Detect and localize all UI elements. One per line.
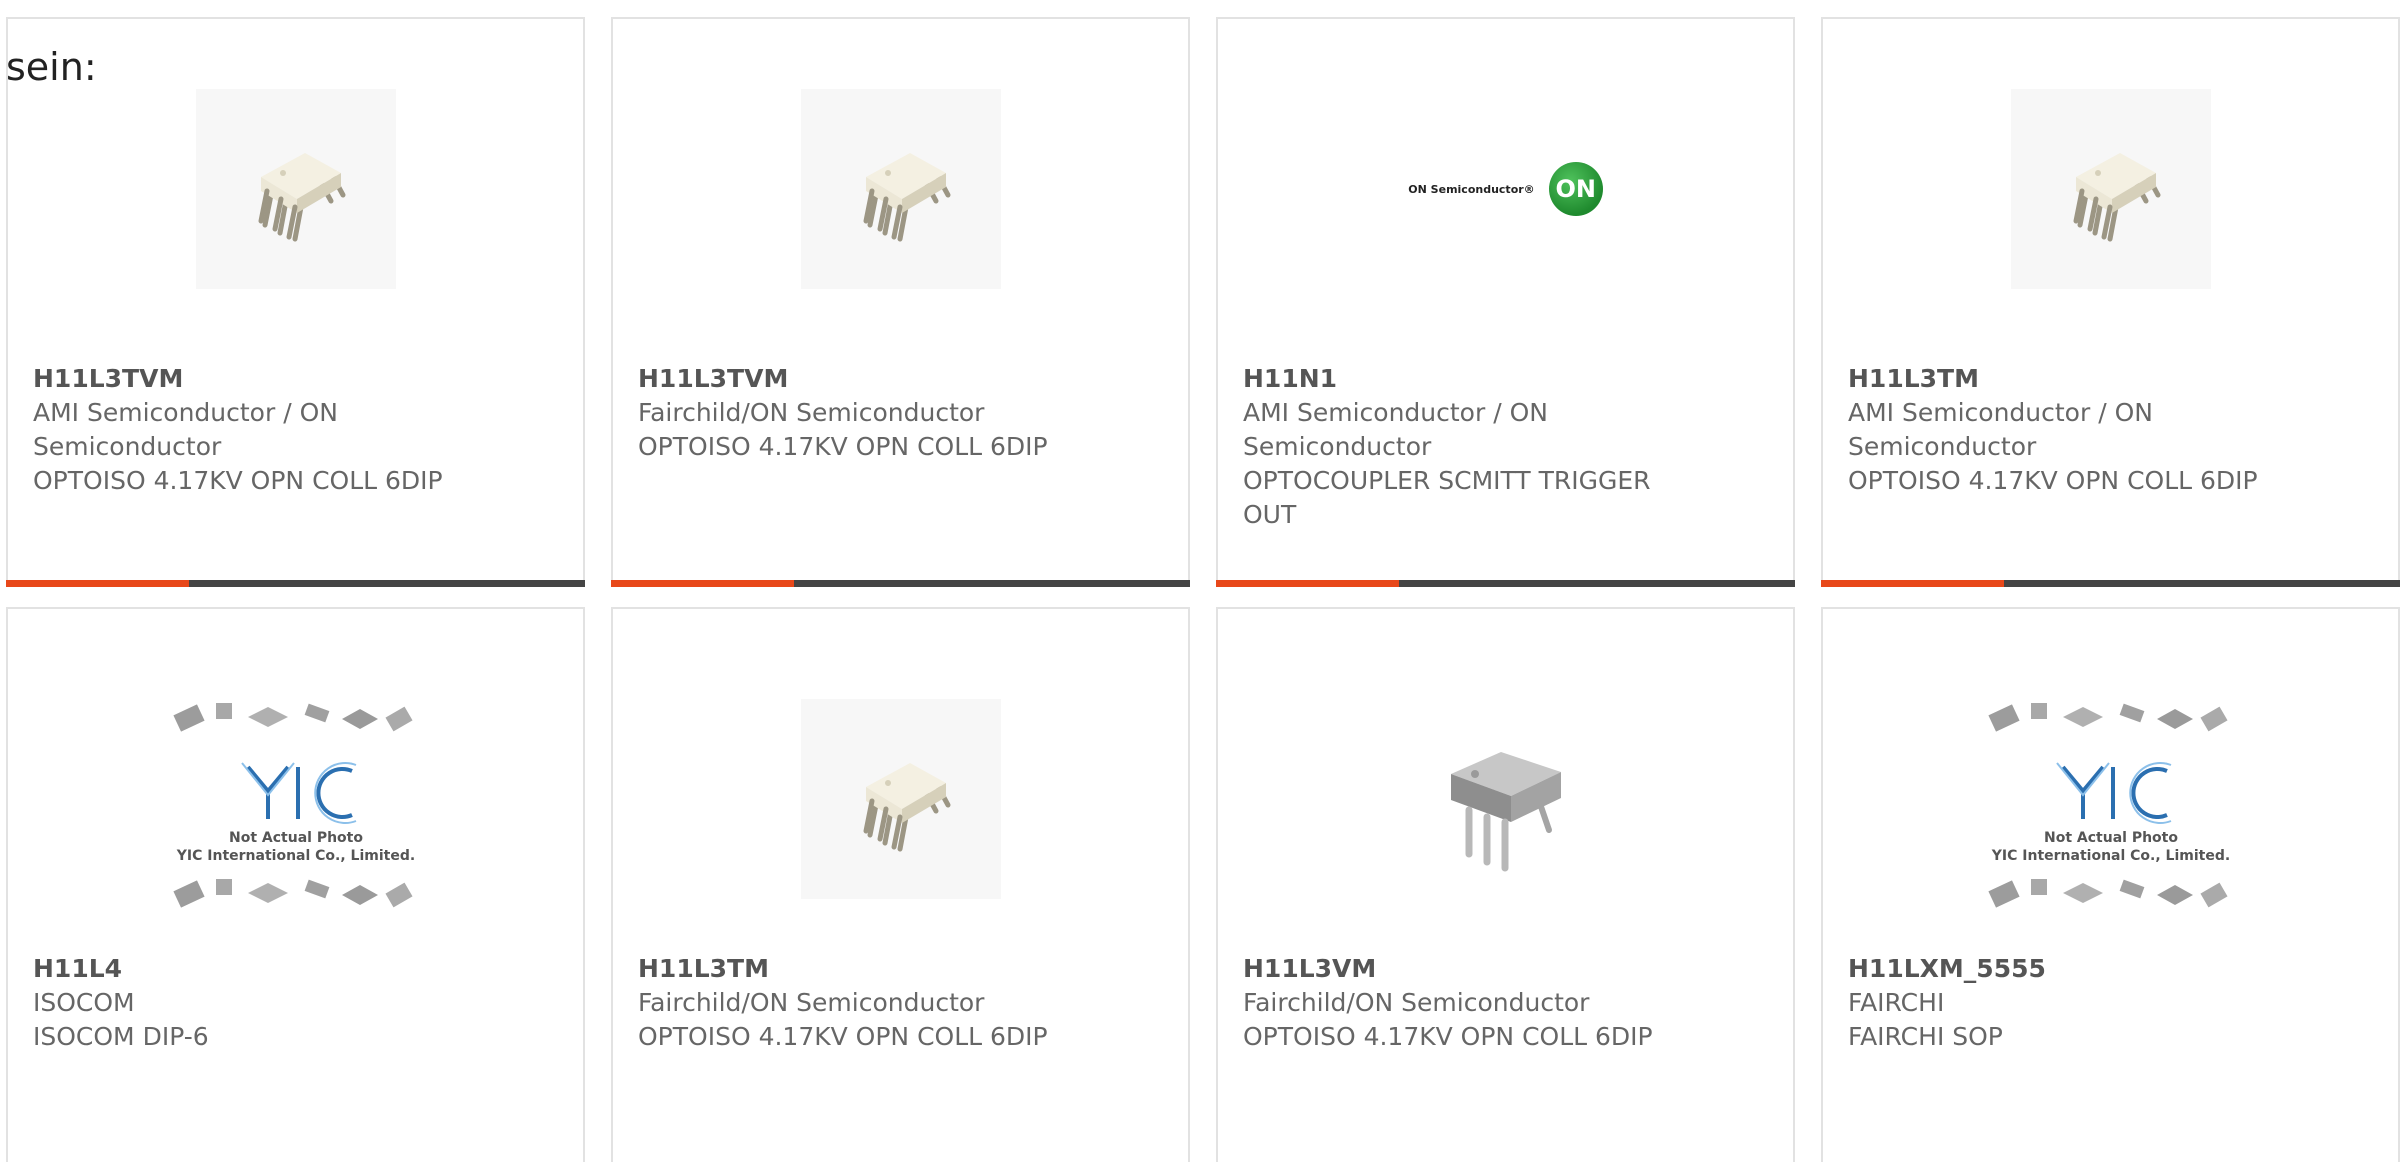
card-accent-bar (611, 580, 794, 587)
manufacturer: AMI Semiconductor / ON Semiconductor (1243, 398, 1548, 461)
part-number-link[interactable]: H11L3TVM (33, 362, 493, 396)
manufacturer: AMI Semiconductor / ON Semiconductor (33, 398, 338, 461)
chip-illustration (863, 763, 950, 852)
part-number-link[interactable]: H11L3TM (1848, 362, 2308, 396)
description: OPTOISO 4.17KV OPN COLL 6DIP (1243, 1022, 1653, 1051)
product-grid-page: sein: H11L3TVM AMI Semiconductor / ON Se… (0, 0, 2400, 1162)
product-meta: H11LXM_5555 FAIRCHI FAIRCHI SOP (1848, 952, 2308, 1054)
card-bottom-bar (6, 580, 585, 587)
product-photo[interactable] (800, 699, 1001, 899)
product-meta: H11L3TM Fairchild/ON Semiconductor OPTOI… (638, 952, 1098, 1054)
card-accent-bar (6, 580, 189, 587)
chip-illustration (1450, 752, 1561, 872)
yic-placeholder-image: Not Actual Photo YIC International Co., … (172, 703, 415, 908)
intro-text: sein: (6, 45, 97, 89)
product-card[interactable]: H11L3TM Fairchild/ON Semiconductor OPTOI… (611, 607, 1190, 1162)
on-logo-badge: ON (1548, 162, 1603, 216)
yic-placeholder-image: Not Actual Photo YIC International Co., … (1987, 703, 2230, 908)
card-accent-bar (1216, 580, 1399, 587)
product-card[interactable]: H11L3VM Fairchild/ON Semiconductor OPTOI… (1216, 607, 1795, 1162)
manufacturer: Fairchild/ON Semiconductor (1243, 988, 1590, 1017)
product-meta: H11L4 ISOCOM ISOCOM DIP-6 (33, 952, 493, 1054)
part-number-link[interactable]: H11N1 (1243, 362, 1703, 396)
product-image-box[interactable] (8, 89, 583, 289)
product-card[interactable]: ON Semiconductor® ON H11N1 AMI Semicondu… (1216, 17, 1795, 587)
product-image-box[interactable]: Not Actual Photo YIC International Co., … (1823, 669, 2398, 929)
product-meta: H11N1 AMI Semiconductor / ON Semiconduct… (1243, 362, 1703, 532)
manufacturer: FAIRCHI (1848, 988, 1945, 1017)
description: ISOCOM DIP-6 (33, 1022, 209, 1051)
product-image-box[interactable] (1823, 89, 2398, 289)
product-photo[interactable] (2010, 89, 2211, 289)
on-semiconductor-logo: ON Semiconductor® ON (1408, 162, 1603, 216)
product-card[interactable]: Not Actual Photo YIC International Co., … (1821, 607, 2400, 1162)
product-image-box[interactable] (1218, 669, 1793, 929)
placeholder-line-2: YIC International Co., Limited. (175, 848, 414, 864)
description: OPTOISO 4.17KV OPN COLL 6DIP (33, 466, 443, 495)
card-accent-bar (1821, 580, 2004, 587)
product-image-box[interactable]: ON Semiconductor® ON (1218, 89, 1793, 289)
manufacturer: Fairchild/ON Semiconductor (638, 988, 985, 1017)
product-card[interactable]: H11L3TM AMI Semiconductor / ON Semicondu… (1821, 17, 2400, 587)
product-card[interactable]: Not Actual Photo YIC International Co., … (6, 607, 585, 1162)
part-number-link[interactable]: H11L4 (33, 952, 493, 986)
product-card[interactable]: H11L3TVM Fairchild/ON Semiconductor OPTO… (611, 17, 1190, 587)
product-image-box[interactable] (613, 89, 1188, 289)
product-photo[interactable] (1431, 722, 1581, 876)
product-meta: H11L3TM AMI Semiconductor / ON Semicondu… (1848, 362, 2308, 498)
part-number-link[interactable]: H11L3TVM (638, 362, 1098, 396)
description: OPTOISO 4.17KV OPN COLL 6DIP (638, 432, 1048, 461)
manufacturer: AMI Semiconductor / ON Semiconductor (1848, 398, 2153, 461)
product-meta: H11L3TVM AMI Semiconductor / ON Semicond… (33, 362, 493, 498)
placeholder-line-1: Not Actual Photo (229, 830, 363, 846)
description: OPTOCOUPLER SCMITT TRIGGER OUT (1243, 466, 1651, 529)
product-meta: H11L3VM Fairchild/ON Semiconductor OPTOI… (1243, 952, 1703, 1054)
card-bottom-bar (611, 580, 1190, 587)
description: OPTOISO 4.17KV OPN COLL 6DIP (1848, 466, 2258, 495)
part-number-link[interactable]: H11L3TM (638, 952, 1098, 986)
product-image-box[interactable]: Not Actual Photo YIC International Co., … (8, 669, 583, 929)
product-photo[interactable] (195, 89, 396, 289)
product-grid: H11L3TVM AMI Semiconductor / ON Semicond… (6, 17, 2400, 1162)
product-meta: H11L3TVM Fairchild/ON Semiconductor OPTO… (638, 362, 1098, 464)
manufacturer: ISOCOM (33, 988, 135, 1017)
part-number-link[interactable]: H11LXM_5555 (1848, 952, 2308, 986)
logo-wordmark: ON Semiconductor® (1408, 182, 1535, 196)
manufacturer: Fairchild/ON Semiconductor (638, 398, 985, 427)
product-card[interactable]: H11L3TVM AMI Semiconductor / ON Semicond… (6, 17, 585, 587)
part-number-link[interactable]: H11L3VM (1243, 952, 1703, 986)
chip-illustration (863, 153, 950, 242)
card-bottom-bar (1216, 580, 1795, 587)
placeholder-line-1: Not Actual Photo (2044, 830, 2178, 846)
card-bottom-bar (1821, 580, 2400, 587)
chip-illustration (258, 153, 345, 242)
chip-illustration (2073, 153, 2160, 242)
product-photo[interactable] (800, 89, 1001, 289)
placeholder-line-2: YIC International Co., Limited. (1990, 848, 2229, 864)
description: FAIRCHI SOP (1848, 1022, 2003, 1051)
product-image-box[interactable] (613, 669, 1188, 929)
description: OPTOISO 4.17KV OPN COLL 6DIP (638, 1022, 1048, 1051)
